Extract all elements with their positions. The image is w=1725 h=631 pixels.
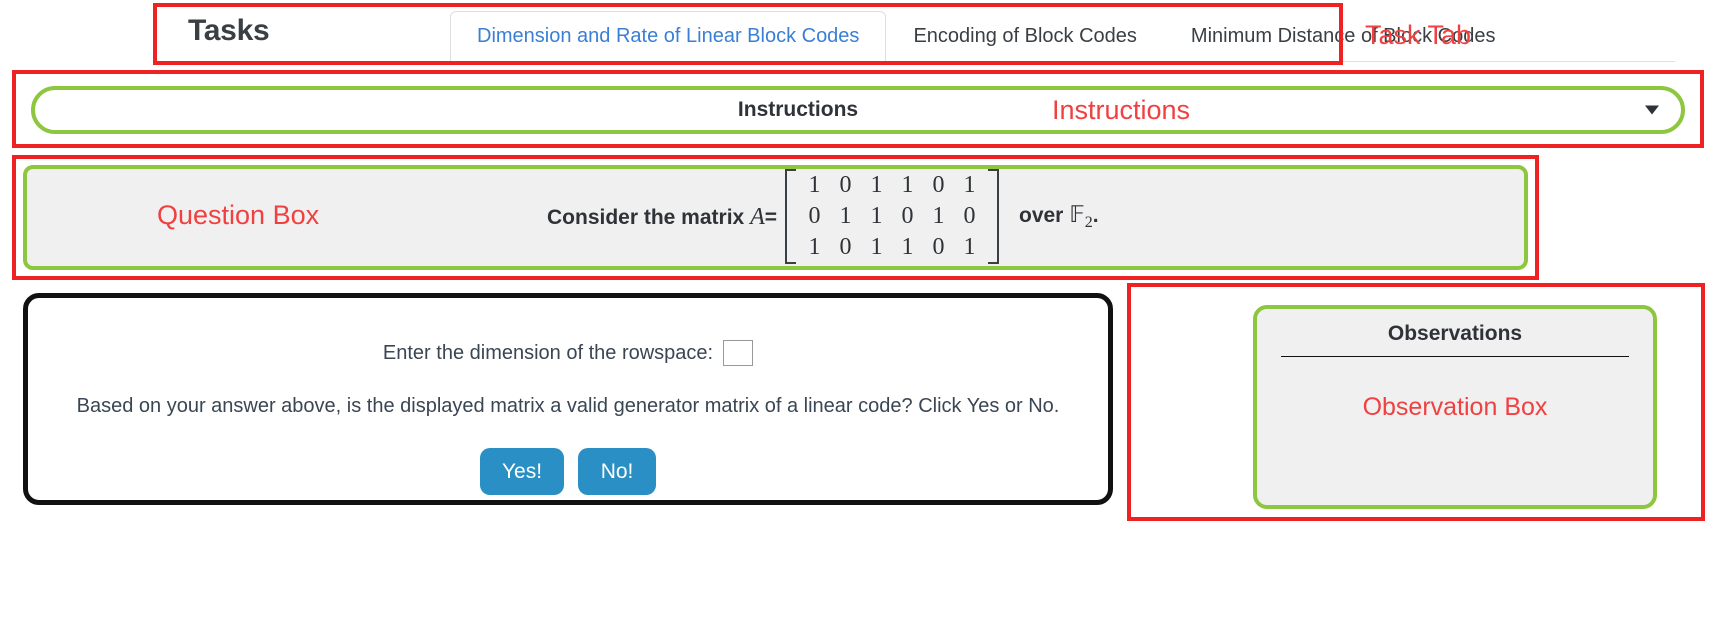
tab-label: Encoding of Block Codes [913,25,1137,47]
no-button[interactable]: No! [578,448,657,495]
matrix-cell: 1 [963,172,976,198]
annotation-label-task-tab: Task Tab [1365,20,1472,50]
app-screenshot: Tasks Dimension and Rate of Linear Block… [0,0,1725,631]
chevron-down-icon[interactable] [1645,105,1659,115]
matrix-cell: 1 [808,234,821,260]
instructions-accordion[interactable]: Instructions [31,86,1685,134]
matrix-left-bracket [785,169,796,264]
tab-strip: Dimension and Rate of Linear Block Codes… [450,11,1522,62]
matrix-name: A [750,204,765,230]
matrix-cell: 1 [870,203,883,229]
question-field-text: over 𝔽2. [1019,202,1099,232]
matrix-cell: 1 [870,234,883,260]
matrix-cell: 0 [839,172,852,198]
instructions-label: Instructions [737,98,859,121]
observations-divider [1281,356,1629,357]
tab-encoding-of-block-codes[interactable]: Encoding of Block Codes [886,11,1163,62]
dimension-input[interactable] [723,340,754,366]
annotation-label-question-box: Question Box [157,200,320,230]
matrix-cell: 1 [932,203,945,229]
field-symbol: 𝔽 [1069,202,1085,228]
matrix-grid: 101101011010101101 [796,169,988,264]
dimension-row: Enter the dimension of the rowspace: [28,340,1108,366]
trailing-period: . [1092,204,1099,228]
matrix-cell: 0 [808,203,821,229]
question-content: Consider the matrix A= 10110101101010110… [547,169,1099,266]
matrix-cell: 0 [932,172,945,198]
matrix-cell: 0 [932,234,945,260]
matrix-cell: 0 [963,203,976,229]
question-lead-label: Consider the matrix [547,206,745,229]
equals-sign: = [764,206,777,229]
yes-button[interactable]: Yes! [479,448,565,495]
tab-label: Dimension and Rate of Linear Block Codes [477,25,860,47]
annotation-label-instructions: Instructions [1052,95,1191,125]
dimension-prompt-label: Enter the dimension of the rowspace: [382,341,714,364]
observations-title: Observations [1387,322,1523,345]
matrix-cell: 1 [870,172,883,198]
matrix-right-bracket [988,169,999,264]
observations-body: Observation Box [1362,393,1548,421]
matrix-cell: 1 [839,203,852,229]
matrix-cell: 1 [901,234,914,260]
matrix-cell: 0 [901,203,914,229]
page-title: Tasks [188,14,270,47]
field-subscript: 2 [1084,214,1093,232]
matrix-cell: 1 [963,234,976,260]
observations-panel: Observations Observation Box [1253,305,1657,509]
matrix-display: 101101011010101101 [785,169,999,264]
question-lead-text: Consider the matrix A= [547,204,777,231]
tab-strip-underline [450,61,1675,62]
validity-question-text: Based on your answer above, is the displ… [76,395,1060,417]
over-label: over [1019,204,1064,228]
matrix-cell: 1 [808,172,821,198]
tab-dimension-and-rate-of-linear-block-codes[interactable]: Dimension and Rate of Linear Block Codes [450,11,887,62]
answer-box: Enter the dimension of the rowspace: Bas… [23,293,1113,505]
matrix-cell: 0 [839,234,852,260]
matrix-cell: 1 [901,172,914,198]
answer-button-row: Yes! No! [28,448,1108,495]
